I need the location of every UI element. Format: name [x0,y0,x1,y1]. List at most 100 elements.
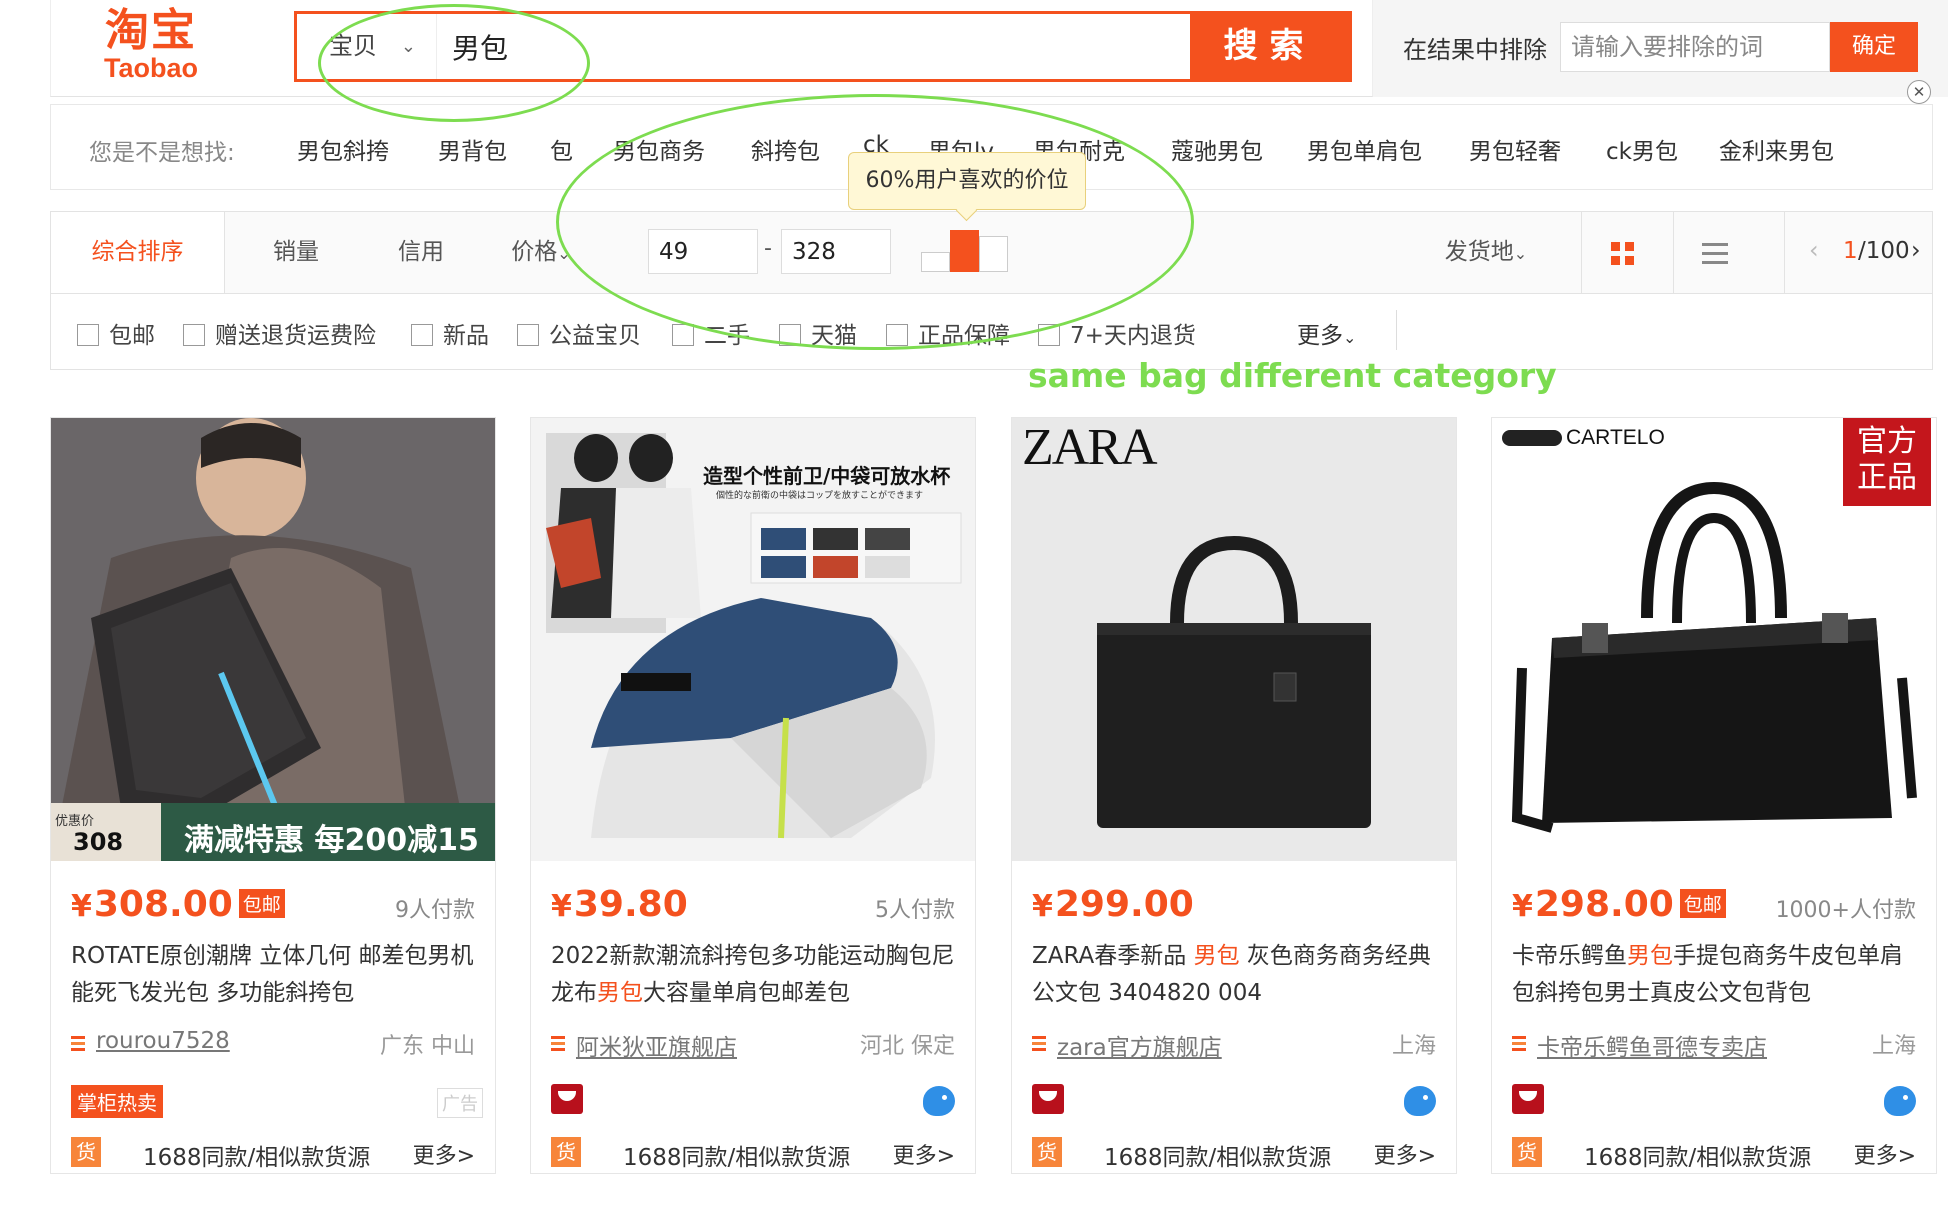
suggestion-item[interactable]: ck男包 [1606,132,1678,166]
sales-count: 9人付款 [395,898,475,923]
suggestion-item[interactable]: 男包单肩包 [1307,132,1422,166]
product-card[interactable]: 优惠价 308 满减特惠 每200减15 ¥308.00 包邮 9人付款 ROTA… [50,417,496,1174]
shop-link[interactable]: 阿米狄亚旗舰店 [576,1028,737,1062]
filter-charity[interactable]: 公益宝贝 [517,316,641,349]
location: 广东 中山 [380,1034,475,1059]
filter-genuine[interactable]: 正品保障 [886,316,1010,349]
ship-from-select[interactable]: 发货地⌄ [1431,212,1541,293]
checkbox[interactable] [517,324,539,346]
price-bar[interactable] [921,252,950,272]
checkbox[interactable] [779,324,801,346]
chevron-down-icon: ⌄ [1343,328,1357,347]
more-filters-button[interactable]: 更多⌄ [1297,316,1356,350]
promo-price: 308 [73,828,124,856]
product-card[interactable]: 造型个性前卫/中袋可放水杯 個性的な前衛の中袋はコップを放すことができます ¥3… [530,417,976,1174]
checkbox[interactable] [77,324,99,346]
wangwang-chat-icon[interactable] [1884,1086,1916,1116]
search-button[interactable]: 搜索 [1190,14,1349,79]
suggestion-item[interactable]: 男包商务 [613,132,705,166]
taobao-logo[interactable]: 淘宝 Taobao [96,8,206,88]
source-link[interactable]: 1688同款/相似款货源 [1104,1138,1331,1172]
chevron-right-icon[interactable]: › [1911,236,1921,264]
product-title[interactable]: ZARA春季新品 男包 灰色商务商务经典公文包 3404820 004 [1032,938,1442,1012]
search-category-select[interactable]: 宝贝 ⌄ [297,14,437,79]
tmall-icon [551,1084,583,1114]
filter-7day-return[interactable]: 7+天内退货 [1038,316,1196,349]
suggestion-item[interactable]: 金利来男包 [1719,132,1834,166]
product-title[interactable]: 2022新款潮流斜挎包多功能运动胸包尼龙布男包大容量单肩包邮差包 [551,938,961,1012]
checkbox[interactable] [1038,324,1060,346]
filter-label: 正品保障 [918,323,1010,349]
more-link[interactable]: 更多> [413,1138,475,1170]
checkbox[interactable] [886,324,908,346]
grid-icon [1611,242,1635,266]
suggestion-item[interactable]: 男包轻奢 [1469,132,1561,166]
list-view-button[interactable] [1673,212,1753,293]
sales-count: 5人付款 [875,898,955,923]
price-bar-selected[interactable] [950,230,979,272]
price-value: 299.00 [1054,884,1194,925]
product-image[interactable]: CARTELO 官方正品 [1492,418,1936,861]
yen-symbol: ¥ [1512,889,1533,924]
suggestion-item[interactable]: 斜挎包 [751,132,820,166]
ship-from-label: 发货地 [1444,239,1514,265]
location: 河北 保定 [860,1034,955,1059]
exclude-confirm-button[interactable]: 确定 [1830,22,1918,72]
wangwang-chat-icon[interactable] [923,1086,955,1116]
sort-default-tab[interactable]: 综合排序 [51,212,225,293]
chevron-down-icon: ⌄ [557,244,571,263]
price-max-input[interactable] [781,229,891,274]
close-icon[interactable]: ✕ [1907,80,1931,104]
price-bar[interactable] [979,236,1008,272]
sort-price-tab[interactable]: 价格⌄ [501,212,581,293]
suggestion-label: 您是不是想找: [89,140,235,166]
filter-new[interactable]: 新品 [411,316,489,349]
sort-credit-tab[interactable]: 信用 [376,212,466,293]
filter-second-hand[interactable]: 二手 [672,316,750,349]
source-link[interactable]: 1688同款/相似款货源 [143,1138,370,1172]
sort-sales-tab[interactable]: 销量 [251,212,341,293]
filter-free-shipping[interactable]: 包邮 [77,316,155,349]
shop-link[interactable]: zara官方旗舰店 [1057,1028,1222,1062]
product-image[interactable]: 造型个性前卫/中袋可放水杯 個性的な前衛の中袋はコップを放すことができます [531,418,975,861]
logo-english: Taobao [104,53,198,83]
grid-view-button[interactable] [1581,212,1661,293]
search-input[interactable] [440,14,1190,79]
filter-return-insurance[interactable]: 赠送退货运费险 [183,316,376,349]
search-box: 宝贝 ⌄ 搜索 [294,11,1352,82]
product-card[interactable]: CARTELO 官方正品 ¥298.00 包邮 1000+人付款 卡帝乐鳄鱼男包手… [1491,417,1937,1174]
product-price: ¥299.00 [1032,884,1194,925]
suggestion-item[interactable]: 蔻驰男包 [1171,132,1263,166]
pager: ‹ 1 /100 › [1784,212,1934,293]
wangwang-chat-icon[interactable] [1404,1086,1436,1116]
suggestion-item[interactable]: 男背包 [438,132,507,166]
page-total: /100 [1858,238,1910,264]
promo-banner-text: 满减特惠 每200减15 [184,823,479,858]
product-card[interactable]: ZARA ¥299.00 ZARA春季新品 男包 灰色商务商务经典公文包 340… [1011,417,1457,1174]
checkbox[interactable] [411,324,433,346]
price-min-input[interactable] [648,229,758,274]
source-link[interactable]: 1688同款/相似款货源 [1584,1138,1811,1172]
chevron-left-icon[interactable]: ‹ [1809,236,1819,264]
shop-link[interactable]: 卡帝乐鳄鱼哥德专卖店 [1537,1028,1767,1062]
source-link[interactable]: 1688同款/相似款货源 [623,1138,850,1172]
price-distribution-chart[interactable] [921,230,1008,272]
suggestion-item[interactable]: 包 [550,132,573,166]
more-link[interactable]: 更多> [1854,1138,1916,1170]
image-banner: 造型个性前卫/中袋可放水杯 [703,464,951,488]
product-title[interactable]: 卡帝乐鳄鱼男包手提包商务牛皮包单肩包斜挎包男士真皮公文包背包 [1512,938,1922,1012]
checkbox[interactable] [183,324,205,346]
suggestion-item[interactable]: 男包斜挎 [297,132,389,166]
product-image[interactable]: 优惠价 308 满减特惠 每200减15 [51,418,495,861]
exclude-input[interactable] [1560,22,1830,72]
product-image[interactable]: ZARA [1012,418,1456,861]
more-link[interactable]: 更多> [893,1138,955,1170]
search-header: 淘宝 Taobao 宝贝 ⌄ 搜索 [50,0,1373,97]
filter-tmall[interactable]: 天猫 [779,316,857,349]
source-icon: 货 [71,1137,101,1167]
title-text: ROTATE原创潮牌 立体几何 邮差包男机能死飞发光包 多功能斜挎包 [71,943,474,1006]
shop-link[interactable]: rourou7528 [96,1028,230,1054]
checkbox[interactable] [672,324,694,346]
more-link[interactable]: 更多> [1374,1138,1436,1170]
product-title[interactable]: ROTATE原创潮牌 立体几何 邮差包男机能死飞发光包 多功能斜挎包 [71,938,481,1012]
